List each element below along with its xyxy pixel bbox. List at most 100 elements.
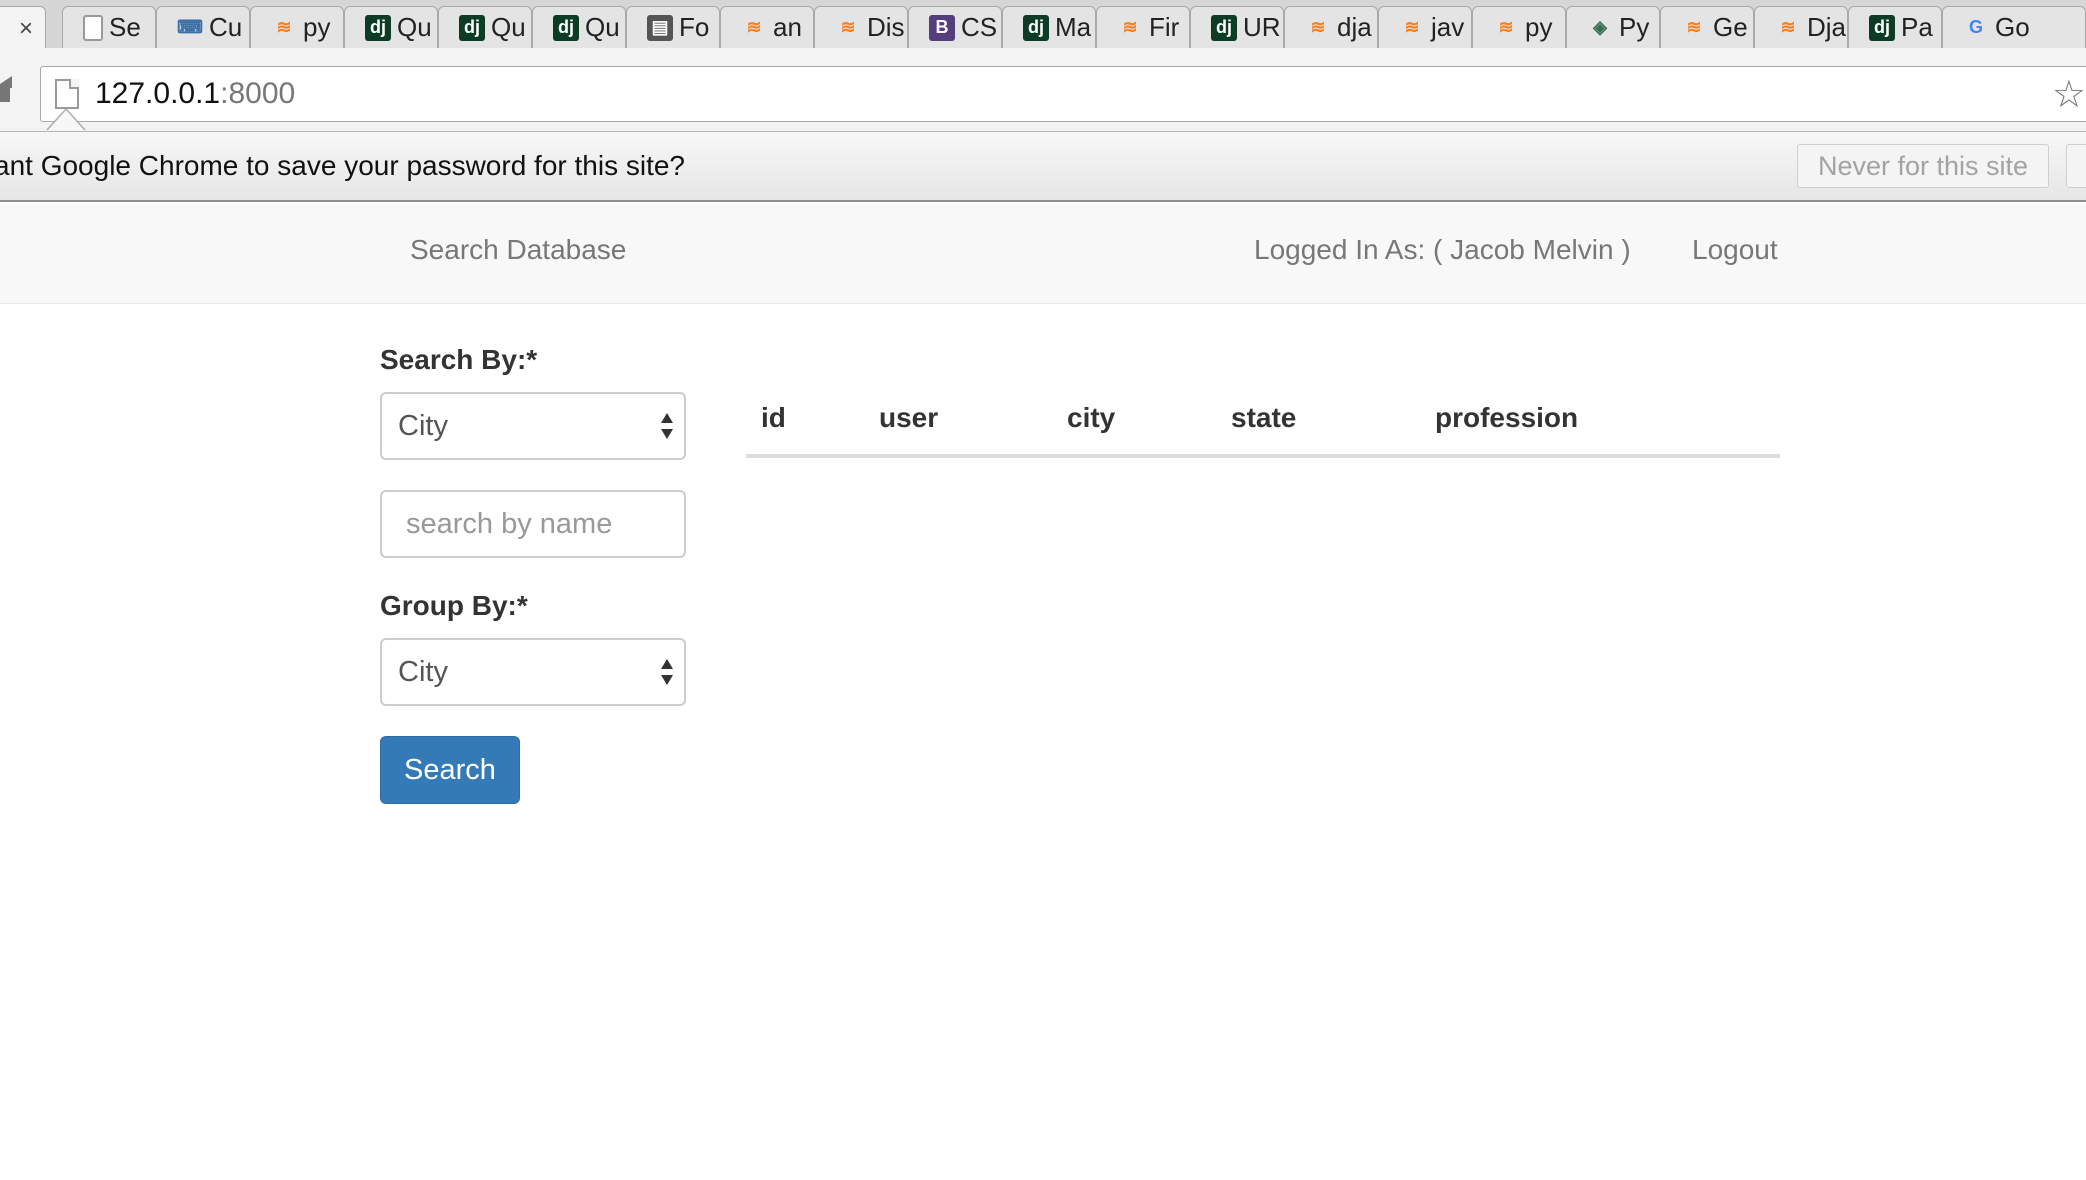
tab-label: Fir <box>1149 12 1180 42</box>
browser-tab[interactable]: ≋ py <box>250 6 344 48</box>
browser-tab[interactable]: ≋ py <box>1472 6 1566 48</box>
document-icon <box>83 14 103 41</box>
browser-tab[interactable]: ≋ Ge <box>1660 6 1754 48</box>
search-button[interactable]: Search <box>380 736 520 804</box>
django-icon: dj <box>1869 14 1895 41</box>
close-icon[interactable]: × <box>19 15 33 43</box>
tab-label: Go <box>1995 12 2030 42</box>
stackoverflow-icon: ≋ <box>1310 17 1326 37</box>
browser-tab[interactable]: dj Qu <box>438 6 532 48</box>
tab-label: Qu <box>585 12 620 42</box>
python-icon: ◈ <box>1593 17 1607 37</box>
google-icon: G <box>1968 17 1983 37</box>
tab-label: dja <box>1337 12 1372 42</box>
browser-tab[interactable]: ≋ Dja <box>1754 6 1848 48</box>
nav-search-database-link[interactable]: Search Database <box>410 234 626 266</box>
browser-tab[interactable]: dj Qu <box>344 6 438 48</box>
column-header-id: id <box>761 402 786 433</box>
home-icon[interactable] <box>0 76 14 102</box>
tab-label: Qu <box>491 12 526 42</box>
browser-tab[interactable]: B CS <box>908 6 1002 48</box>
group-by-label: Group By:* <box>380 590 528 621</box>
never-for-this-site-button[interactable]: Never for this site <box>1797 144 2049 188</box>
django-icon: dj <box>1211 14 1237 41</box>
logged-in-user-label: Logged In As: ( Jacob Melvin ) <box>1254 234 1631 265</box>
browser-tab[interactable]: dj Qu <box>532 6 626 48</box>
tab-label: Pa <box>1901 12 1933 42</box>
select-arrows-icon <box>661 659 673 685</box>
tab-label: Qu <box>397 12 432 42</box>
tab-label: Ma <box>1055 12 1092 42</box>
browser-tab-strip: e × Se ⌨ Cu ≋ py dj Qu dj Qu dj Qu ▤ Fo … <box>0 0 2086 48</box>
bootstrap-icon: B <box>929 14 955 41</box>
browser-tab[interactable]: dj UR <box>1190 6 1284 48</box>
browser-tab[interactable]: ≋ dja <box>1284 6 1378 48</box>
app-navbar: Search Database Logged In As: ( Jacob Me… <box>0 204 2086 304</box>
tab-label: py <box>303 12 331 42</box>
tab-label: Cu <box>209 12 243 42</box>
results-table: id user city state profession <box>746 394 1780 458</box>
stackoverflow-icon: ≋ <box>1780 17 1796 37</box>
url-port: :8000 <box>220 77 296 110</box>
browser-tab[interactable]: Se <box>62 6 156 48</box>
book-icon: ▤ <box>647 14 673 41</box>
column-header-user: user <box>879 402 939 433</box>
logout-link[interactable]: Logout <box>1692 234 1778 266</box>
django-icon: dj <box>365 14 391 41</box>
tab-label: Py <box>1619 12 1650 42</box>
browser-tab[interactable]: dj Pa <box>1848 6 1942 48</box>
app-icon: ⌨ <box>177 17 203 37</box>
table-header-row: id user city state profession <box>746 394 1780 458</box>
address-bar[interactable]: 127.0.0.1:8000 <box>40 66 2086 122</box>
browser-tab[interactable]: ≋ Dis <box>814 6 908 48</box>
tab-label: Dis <box>867 12 905 42</box>
tab-label: Se <box>109 12 141 42</box>
stackoverflow-icon: ≋ <box>1498 17 1514 37</box>
tab-label: Ge <box>1713 12 1748 42</box>
infobar-pointer <box>46 108 86 130</box>
browser-tab[interactable]: ⌨ Cu <box>156 6 250 48</box>
browser-toolbar: 127.0.0.1:8000 ☆ <box>0 48 2086 132</box>
tab-label: CS <box>961 12 998 42</box>
browser-tab[interactable]: dj Ma <box>1002 6 1096 48</box>
stackoverflow-icon: ≋ <box>840 17 856 37</box>
infobar-message: ant Google Chrome to save your password … <box>0 150 686 181</box>
django-icon: dj <box>459 14 485 41</box>
browser-tab[interactable]: ◈ Py <box>1566 6 1660 48</box>
browser-tab[interactable]: ≋ an <box>720 6 814 48</box>
tab-label: py <box>1525 12 1553 42</box>
column-header-state: state <box>1231 402 1297 433</box>
group-by-select[interactable]: City <box>380 638 686 706</box>
django-icon: dj <box>1023 14 1049 41</box>
column-header-city: city <box>1067 402 1116 433</box>
tab-label: jav <box>1431 12 1465 42</box>
stackoverflow-icon: ≋ <box>1686 17 1702 37</box>
search-by-value: City <box>398 410 448 442</box>
save-password-infobar: ant Google Chrome to save your password … <box>0 132 2086 202</box>
url-text[interactable]: 127.0.0.1:8000 <box>95 77 295 111</box>
column-header-profession: profession <box>1435 402 1579 433</box>
search-by-select[interactable]: City <box>380 392 686 460</box>
group-by-value: City <box>398 656 448 688</box>
select-arrows-icon <box>661 413 673 439</box>
page-icon <box>55 79 79 109</box>
search-by-label: Search By:* <box>380 344 538 375</box>
browser-tab[interactable]: ▤ Fo <box>626 6 720 48</box>
stackoverflow-icon: ≋ <box>276 17 292 37</box>
browser-tab-active[interactable]: e × <box>0 6 46 48</box>
stackoverflow-icon: ≋ <box>1404 17 1420 37</box>
url-host: 127.0.0.1 <box>95 77 221 110</box>
stackoverflow-icon: ≋ <box>746 17 762 37</box>
browser-tab[interactable]: ≋ Fir <box>1096 6 1190 48</box>
tab-label: UR <box>1243 12 1281 42</box>
browser-tab[interactable]: G Go <box>1942 6 2086 48</box>
django-icon: dj <box>553 14 579 41</box>
search-by-name-input[interactable] <box>380 490 686 558</box>
bookmark-star-icon[interactable]: ☆ <box>2052 72 2086 117</box>
infobar-button[interactable] <box>2066 144 2086 188</box>
stackoverflow-icon: ≋ <box>1122 17 1138 37</box>
tab-label: an <box>773 12 802 42</box>
browser-tab[interactable]: ≋ jav <box>1378 6 1472 48</box>
tab-label: Fo <box>679 12 710 42</box>
tab-label: Dja <box>1807 12 1847 42</box>
